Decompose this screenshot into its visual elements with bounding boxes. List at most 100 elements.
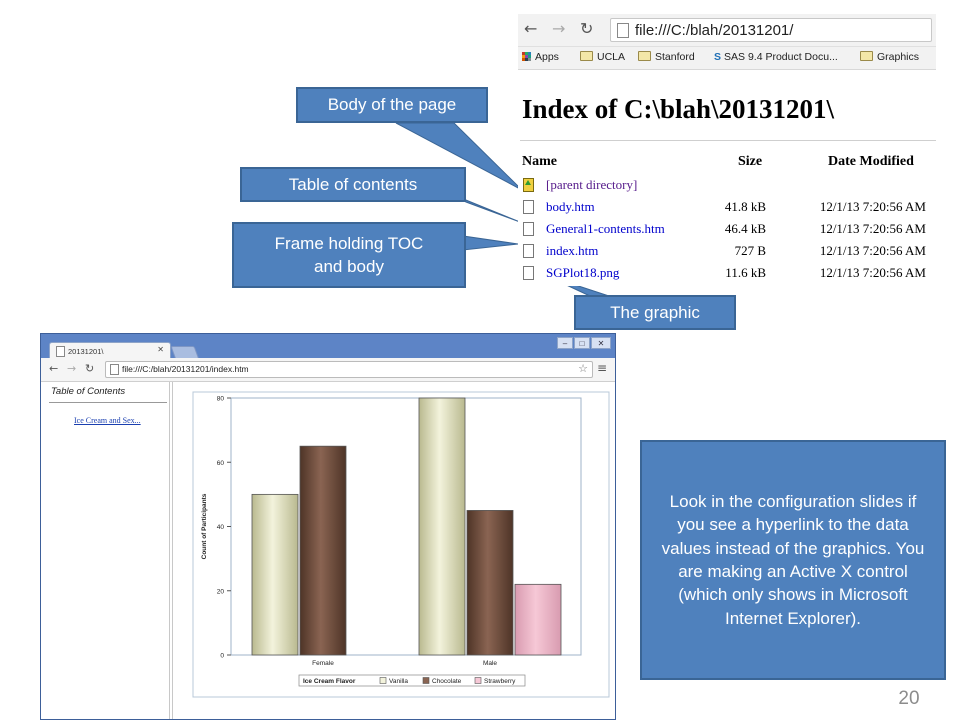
callout-frame: Frame holding TOC and body bbox=[232, 222, 466, 288]
browser-toolbar: ← → ↻ file:///C:/blah/20131201/index.htm… bbox=[41, 358, 615, 382]
file-icon bbox=[523, 200, 534, 214]
back-arrow-icon[interactable]: ← bbox=[49, 362, 58, 375]
y-tick-label: 20 bbox=[217, 588, 225, 595]
bar-chocolate-female bbox=[299, 445, 347, 656]
y-axis-label: Count of Participants bbox=[201, 493, 208, 559]
file-date: 12/1/13 7:20:56 AM bbox=[819, 243, 926, 258]
minimize-button[interactable]: – bbox=[557, 337, 573, 349]
folder-up-icon bbox=[523, 178, 534, 192]
file-icon bbox=[523, 244, 534, 258]
callout-frame-line-1: Frame holding TOC bbox=[274, 233, 424, 253]
callout-note: Look in the configuration slides if you … bbox=[640, 440, 946, 680]
maximize-button[interactable]: □ bbox=[574, 337, 590, 349]
bookmark-graphics[interactable]: Graphics bbox=[860, 51, 919, 63]
bookmark-sas-docs[interactable]: S SAS 9.4 Product Docu... bbox=[714, 51, 838, 63]
file-link[interactable]: body.htm bbox=[546, 199, 595, 215]
list-item: body.htm 41.8 kB 12/1/13 7:20:56 AM bbox=[518, 198, 936, 220]
sas-logo-icon: S bbox=[714, 51, 722, 63]
file-size: 41.8 kB bbox=[724, 199, 766, 214]
list-item: index.htm 727 B 12/1/13 7:20:56 AM bbox=[518, 242, 936, 264]
y-tick-label: 80 bbox=[217, 396, 225, 403]
forward-arrow-icon[interactable]: → bbox=[67, 362, 76, 375]
menu-icon[interactable]: ≡ bbox=[597, 361, 607, 375]
y-tick-label: 60 bbox=[217, 460, 225, 467]
address-bar-url: file:///C:/blah/20131201/index.htm bbox=[122, 364, 249, 374]
toc-link[interactable]: Ice Cream and Sex... bbox=[74, 416, 141, 425]
list-item: General1-contents.htm 46.4 kB 12/1/13 7:… bbox=[518, 220, 936, 242]
back-arrow-icon[interactable]: ← bbox=[524, 20, 537, 38]
tab-strip: 20131201\ ✕ – □ ✕ bbox=[41, 334, 615, 360]
reload-icon[interactable]: ↻ bbox=[85, 362, 94, 375]
body-frame: 0 20 40 60 80 Count of Participants Female Male… bbox=[175, 382, 615, 719]
apps-grid-icon bbox=[522, 52, 531, 61]
legend-entry: Strawberry bbox=[484, 678, 516, 685]
page-icon bbox=[110, 364, 119, 375]
list-item-parent: [parent directory] bbox=[518, 176, 936, 198]
file-size: 11.6 kB bbox=[725, 265, 766, 280]
bookmark-stanford[interactable]: Stanford bbox=[638, 51, 695, 63]
browser-toolbar: ← → ↻ file:///C:/blah/20131201/ bbox=[518, 14, 936, 47]
y-tick-label: 0 bbox=[220, 653, 224, 660]
legend-entry: Vanilla bbox=[389, 678, 408, 685]
address-bar[interactable]: file:///C:/blah/20131201/ bbox=[610, 18, 932, 42]
column-header-size[interactable]: Size bbox=[738, 154, 762, 170]
file-icon bbox=[523, 266, 534, 280]
callout-frame-line-2: and body bbox=[314, 257, 384, 276]
reload-icon[interactable]: ↻ bbox=[580, 20, 593, 38]
directory-listing-screenshot: ← → ↻ file:///C:/blah/20131201/ Apps UCL… bbox=[518, 14, 936, 286]
file-date: 12/1/13 7:20:56 AM bbox=[819, 265, 926, 280]
bookmarks-bar: Apps UCLA Stanford S SAS 9.4 Product Docu… bbox=[518, 47, 936, 70]
frameset-browser-window: 20131201\ ✕ – □ ✕ ← → ↻ file:///C:/blah/… bbox=[40, 333, 616, 720]
folder-icon bbox=[860, 51, 873, 61]
legend-swatch bbox=[379, 677, 387, 684]
file-date: 12/1/13 7:20:56 AM bbox=[819, 221, 926, 236]
x-tick-label: Female bbox=[312, 660, 334, 667]
file-size: 46.4 kB bbox=[724, 221, 766, 236]
toc-frame: Table of Contents Ice Cream and Sex... bbox=[41, 382, 173, 719]
close-tab-icon[interactable]: ✕ bbox=[157, 345, 164, 354]
tab-title: 20131201\ bbox=[68, 347, 104, 356]
column-header-date[interactable]: Date Modified bbox=[828, 154, 914, 170]
parent-directory-link[interactable]: [parent directory] bbox=[546, 177, 637, 193]
divider bbox=[520, 140, 936, 141]
legend-title: Ice Cream Flavor bbox=[303, 678, 356, 685]
browser-tab[interactable]: 20131201\ ✕ bbox=[49, 342, 171, 359]
list-item: SGPlot18.png 11.6 kB 12/1/13 7:20:56 AM bbox=[518, 264, 936, 286]
file-date: 12/1/13 7:20:56 AM bbox=[819, 199, 926, 214]
y-tick-label: 40 bbox=[217, 524, 225, 531]
x-tick-label: Male bbox=[483, 660, 497, 667]
address-bar[interactable]: file:///C:/blah/20131201/index.htm ☆ bbox=[105, 361, 593, 378]
bookmark-apps[interactable]: Apps bbox=[522, 51, 559, 63]
folder-icon bbox=[580, 51, 593, 61]
forward-arrow-icon[interactable]: → bbox=[552, 20, 565, 38]
page-icon bbox=[56, 346, 65, 357]
frameset-content: Table of Contents Ice Cream and Sex... 0… bbox=[41, 382, 615, 719]
bar-chocolate-male bbox=[466, 510, 514, 656]
callout-the-graphic: The graphic bbox=[574, 295, 736, 330]
file-link[interactable]: SGPlot18.png bbox=[546, 265, 619, 281]
column-header-name[interactable]: Name bbox=[522, 154, 557, 170]
toc-title: Table of Contents bbox=[51, 386, 126, 397]
file-size: 727 B bbox=[734, 243, 766, 258]
legend-swatch bbox=[474, 677, 482, 684]
connector-frame bbox=[462, 235, 519, 251]
callout-body-of-page: Body of the page bbox=[296, 87, 488, 123]
close-window-button[interactable]: ✕ bbox=[591, 337, 611, 349]
folder-icon bbox=[638, 51, 651, 61]
bar-strawberry-male bbox=[514, 583, 562, 656]
legend-entry: Chocolate bbox=[432, 678, 462, 685]
bookmark-star-icon[interactable]: ☆ bbox=[578, 362, 588, 375]
file-link[interactable]: index.htm bbox=[546, 243, 598, 259]
bar-chart: 0 20 40 60 80 Count of Participants Female Male… bbox=[192, 391, 610, 698]
slide-number: 20 bbox=[898, 688, 920, 709]
divider bbox=[49, 402, 167, 403]
file-icon bbox=[523, 222, 534, 236]
bookmark-ucla[interactable]: UCLA bbox=[580, 51, 625, 63]
address-bar-url: file:///C:/blah/20131201/ bbox=[635, 22, 794, 39]
page-icon bbox=[617, 23, 629, 38]
page-title: Index of C:\blah\20131201\ bbox=[522, 94, 835, 124]
file-link[interactable]: General1-contents.htm bbox=[546, 221, 665, 237]
bar-vanilla-male bbox=[418, 397, 466, 656]
bar-vanilla-female bbox=[251, 493, 299, 656]
legend-swatch bbox=[422, 677, 430, 684]
